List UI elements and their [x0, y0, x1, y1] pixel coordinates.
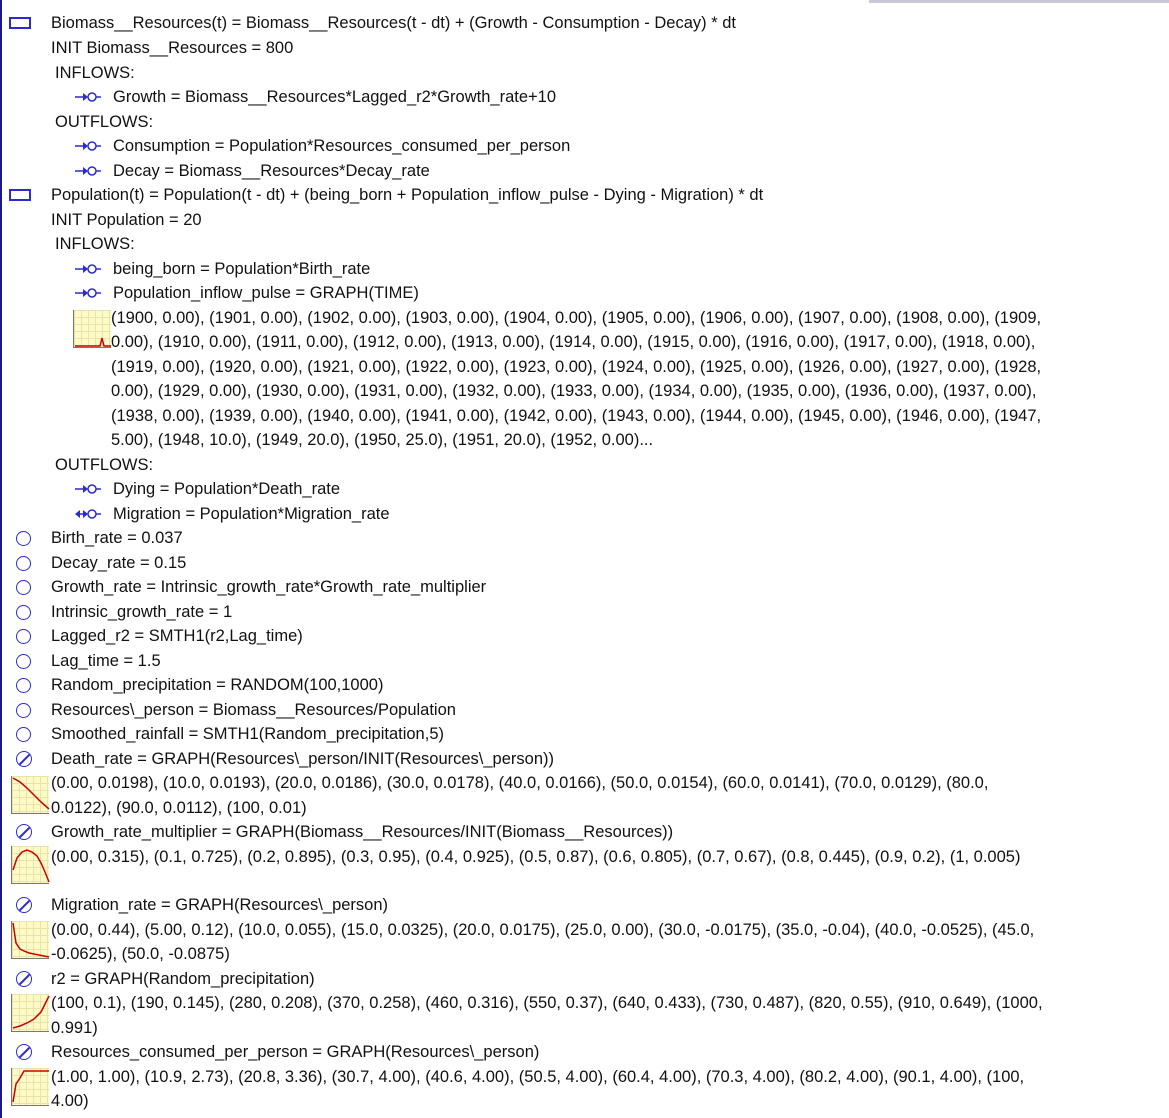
graphical-converter-icon [16, 824, 32, 840]
converter-equation: Migration_rate = GRAPH(Resources\_person… [51, 896, 389, 914]
converter-equation: Lag_time = 1.5 [51, 652, 161, 670]
flow-pulse-equation: Population_inflow_pulse = GRAPH(TIME) [113, 284, 419, 302]
flow-growth-equation: Growth = Biomass__Resources*Lagged_r2*Gr… [113, 88, 557, 106]
flow-icon [75, 288, 101, 298]
graph-data-text: 5.00), (1948, 10.0), (1949, 20.0), (1950… [111, 431, 654, 449]
graphical-converter-icon [16, 897, 32, 913]
graph-thumbnail-icon[interactable] [11, 921, 50, 959]
flow-icon [75, 264, 101, 274]
converter-icon [16, 703, 31, 718]
graph-data-text: 0.0122), (90.0, 0.0112), (100, 0.01) [51, 799, 307, 817]
converter-equation: Resources_consumed_per_person = GRAPH(Re… [51, 1043, 540, 1061]
flow-icon [75, 166, 101, 176]
graph-thumbnail-icon[interactable] [11, 994, 50, 1032]
converter-equation: Intrinsic_growth_rate = 1 [51, 603, 233, 621]
inflows-text: INFLOWS: [55, 64, 135, 82]
stock-icon [9, 189, 31, 201]
init-text: INIT Biomass__Resources = 800 [51, 39, 294, 57]
graph-data-text: (1900, 0.00), (1901, 0.00), (1902, 0.00)… [111, 309, 1042, 327]
outflows-text: OUTFLOWS: [55, 456, 154, 474]
converter-icon [16, 629, 31, 644]
graph-data-text: -0.0625), (50.0, -0.0875) [51, 945, 230, 963]
flow-icon [75, 92, 101, 102]
stock-biomass-equation: Biomass__Resources(t) = Biomass__Resourc… [51, 14, 736, 32]
graph-thumbnail-icon[interactable] [11, 846, 50, 884]
converter-icon [16, 531, 31, 546]
flow-dying-equation: Dying = Population*Death_rate [113, 480, 341, 498]
biflow-icon [75, 509, 101, 519]
converter-equation: Resources\_person = Biomass__Resources/P… [51, 701, 456, 719]
converter-icon [16, 654, 31, 669]
init-text: INIT Population = 20 [51, 211, 202, 229]
window-top-edge [869, 0, 1169, 3]
converter-equation: Decay_rate = 0.15 [51, 554, 187, 572]
graph-data-text: (0.00, 0.44), (5.00, 0.12), (10.0, 0.055… [51, 921, 1035, 939]
graph-data-text: (1.00, 1.00), (10.9, 2.73), (20.8, 3.36)… [51, 1068, 1025, 1086]
graphical-converter-icon [16, 1044, 32, 1060]
converter-equation: Random_precipitation = RANDOM(100,1000) [51, 676, 384, 694]
converter-equation: Lagged_r2 = SMTH1(r2,Lag_time) [51, 627, 303, 645]
flow-consumption-equation: Consumption = Population*Resources_consu… [113, 137, 571, 155]
converter-equation: Smoothed_rainfall = SMTH1(Random_precipi… [51, 725, 444, 743]
graph-thumbnail-icon[interactable] [73, 310, 111, 348]
graphical-converter-icon [16, 751, 32, 767]
converter-icon [16, 678, 31, 693]
flow-icon [75, 484, 101, 494]
inflows-text: INFLOWS: [55, 235, 135, 253]
converter-icon [16, 556, 31, 571]
graph-thumbnail-icon[interactable] [11, 1068, 49, 1106]
graph-data-text: (1919, 0.00), (1920, 0.00), (1921, 0.00)… [111, 358, 1042, 376]
graph-data-text: (1938, 0.00), (1939, 0.00), (1940, 0.00)… [111, 407, 1042, 425]
converter-equation: r2 = GRAPH(Random_precipitation) [51, 970, 315, 988]
flow-decay-equation: Decay = Biomass__Resources*Decay_rate [113, 162, 430, 180]
stock-population-equation: Population(t) = Population(t - dt) + (be… [51, 186, 764, 204]
graph-data-text: 0.00), (1910, 0.00), (1911, 0.00), (1912… [111, 333, 1036, 351]
flow-migration-equation: Migration = Population*Migration_rate [113, 505, 390, 523]
flow-being-born-equation: being_born = Population*Birth_rate [113, 260, 371, 278]
graph-data-text: (100, 0.1), (190, 0.145), (280, 0.208), … [51, 994, 1043, 1012]
converter-icon [16, 580, 31, 595]
graph-data-text: 0.991) [51, 1019, 98, 1037]
converter-equation: Growth_rate = Intrinsic_growth_rate*Grow… [51, 578, 487, 596]
converter-equation: Growth_rate_multiplier = GRAPH(Biomass__… [51, 823, 674, 841]
converter-icon [16, 727, 31, 742]
graph-data-text: (0.00, 0.315), (0.1, 0.725), (0.2, 0.895… [51, 848, 1021, 866]
stock-icon [9, 17, 31, 29]
converter-equation: Birth_rate = 0.037 [51, 529, 183, 547]
outflows-text: OUTFLOWS: [55, 113, 154, 131]
converter-icon [16, 605, 31, 620]
graph-data-text: 4.00) [51, 1092, 89, 1110]
graphical-converter-icon [16, 971, 32, 987]
graph-data-text: 0.00), (1929, 0.00), (1930, 0.00), (1931… [111, 382, 1037, 400]
flow-icon [75, 141, 101, 151]
graph-data-text: (0.00, 0.0198), (10.0, 0.0193), (20.0, 0… [51, 774, 989, 792]
converter-equation: Death_rate = GRAPH(Resources\_person/INI… [51, 750, 555, 768]
graph-thumbnail-icon[interactable] [11, 776, 50, 814]
